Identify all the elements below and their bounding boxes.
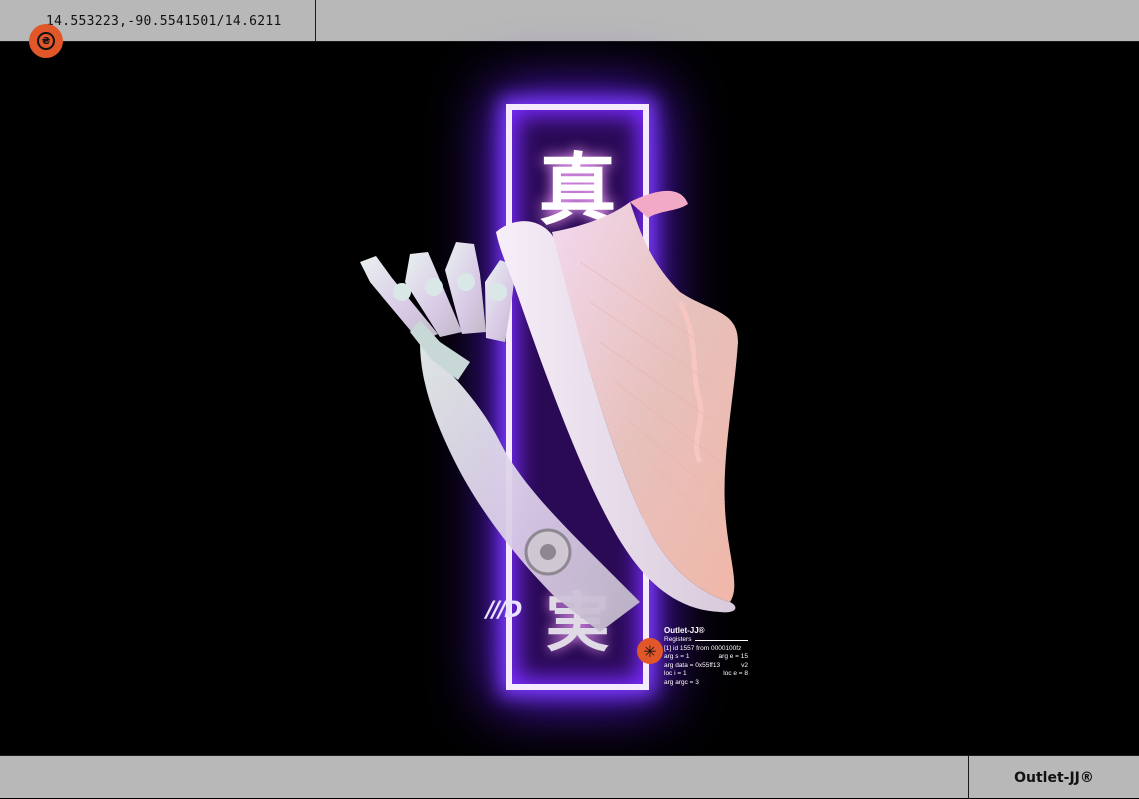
registers-label: Registers (664, 636, 692, 643)
info-panel: Outlet-JJ® Registers [1] id 1557 from 00… (664, 625, 748, 687)
hero-artwork: 真 実 ///D ✳ Outlet-JJ® Registers [1] id 1… (0, 42, 1139, 755)
bottom-bar: Outlet-JJ® (0, 755, 1139, 799)
robot-knuckle (393, 283, 411, 301)
robot-knuckle (457, 273, 475, 291)
footer-brand-link[interactable]: Outlet-JJ® (968, 756, 1139, 799)
robot-knuckle (425, 278, 443, 296)
info-line-4-left: loc i = 1 (664, 670, 687, 677)
logo-glyph: ₴ (37, 32, 55, 50)
registers-rule (695, 639, 748, 641)
registers-heading: Registers (664, 636, 748, 645)
sneaker-and-robot-hand-illustration (360, 190, 738, 632)
top-bar: 14.553223,-90.5541501/14.6211 (0, 0, 1139, 42)
info-line-3-left: arg data = 0x55ff13 (664, 661, 721, 669)
info-line-4: loc i = 1 loc e = 8 (664, 670, 748, 679)
info-brand: Outlet-JJ® (664, 626, 705, 635)
asterisk-icon[interactable]: ✳ (637, 638, 663, 664)
info-line-1: [1] id 1557 from 0000100fz (664, 644, 742, 652)
info-line-2-left: arg s = 1 (664, 653, 690, 660)
robot-joint-inner (540, 544, 556, 560)
robot-knuckle (489, 283, 507, 301)
info-line-5: arg argc = 3 (664, 678, 699, 686)
info-line-3-right: v2 (741, 661, 748, 669)
info-line-3: arg data = 0x55ff13 v2 (664, 662, 748, 671)
info-line-2: arg s = 1 arg e = 15 (664, 653, 748, 662)
info-line-2-right: arg e = 15 (718, 653, 748, 660)
circular-logo-icon[interactable]: ₴ (29, 24, 63, 58)
info-line-4-right: loc e = 8 (723, 670, 748, 677)
sneaker-heel-tab (630, 190, 688, 218)
